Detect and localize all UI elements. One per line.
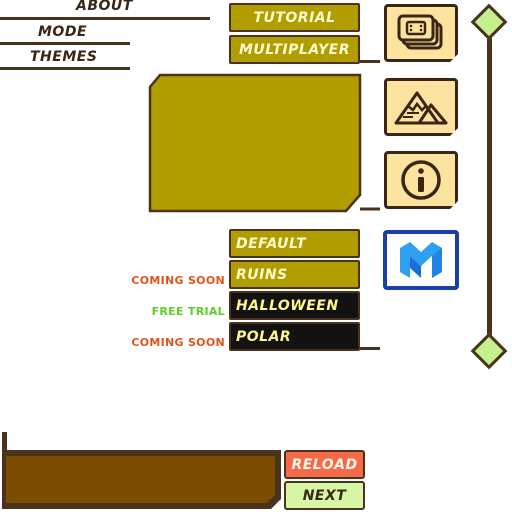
- cards-tile[interactable]: [384, 4, 458, 62]
- tutorial-label: TUTORIAL: [253, 9, 336, 26]
- info-icon: [399, 158, 443, 202]
- theme-default-button[interactable]: DEFAULT: [229, 229, 360, 258]
- preview-panel: [148, 73, 380, 213]
- info-tile[interactable]: [384, 151, 458, 209]
- ruins-tag: COMING SOON: [131, 274, 225, 287]
- next-button[interactable]: NEXT: [284, 481, 365, 510]
- cards-icon: [396, 13, 446, 53]
- brand-tile[interactable]: [383, 230, 459, 290]
- reload-label: RELOAD: [291, 456, 358, 473]
- tutorial-button[interactable]: TUTORIAL: [229, 3, 360, 32]
- reload-button[interactable]: RELOAD: [284, 450, 365, 479]
- right-rail: [487, 20, 492, 350]
- menu-themes[interactable]: THEMES: [30, 49, 97, 65]
- halloween-tag: FREE TRIAL: [151, 305, 225, 318]
- polar-connector: [360, 347, 380, 350]
- scroll-down-diamond[interactable]: [470, 332, 508, 370]
- theme-default-label: DEFAULT: [236, 235, 307, 252]
- theme-polar-button[interactable]: POLAR: [229, 322, 360, 351]
- menu-mode-underline: [0, 42, 130, 45]
- multiplayer-label: MULTIPLAYER: [238, 41, 351, 58]
- theme-halloween-button[interactable]: HALLOWEEN: [229, 291, 360, 320]
- menu-mode[interactable]: MODE: [38, 24, 87, 40]
- polar-tag: COMING SOON: [131, 336, 225, 349]
- theme-halloween-label: HALLOWEEN: [236, 297, 339, 314]
- multiplayer-button[interactable]: MULTIPLAYER: [229, 35, 360, 64]
- mountains-icon: [393, 89, 449, 125]
- bottom-panel: [6, 456, 275, 503]
- menu-about[interactable]: ABOUT: [76, 0, 133, 14]
- multiplayer-connector: [360, 60, 380, 63]
- theme-ruins-button[interactable]: RUINS: [229, 260, 360, 289]
- m-logo-icon: [400, 242, 442, 278]
- menu-about-underline: [0, 17, 210, 20]
- mountains-tile[interactable]: [384, 78, 458, 136]
- theme-polar-label: POLAR: [236, 328, 292, 345]
- theme-ruins-label: RUINS: [236, 266, 288, 283]
- menu-themes-underline: [0, 67, 130, 70]
- scroll-up-diamond[interactable]: [470, 3, 508, 41]
- next-label: NEXT: [302, 487, 347, 504]
